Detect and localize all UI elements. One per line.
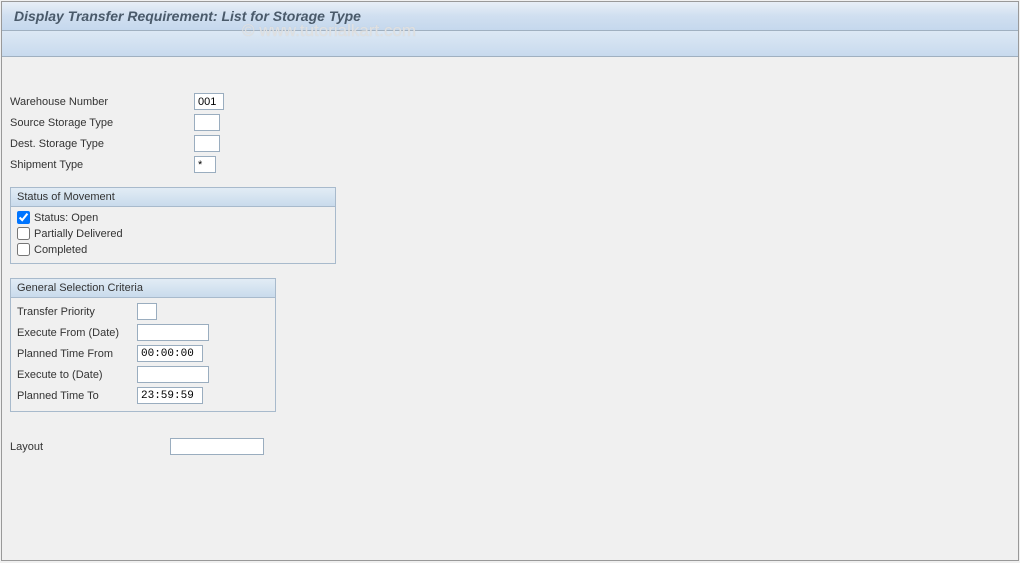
planned-time-to-row: Planned Time To xyxy=(17,386,269,405)
partially-delivered-label: Partially Delivered xyxy=(34,228,123,240)
content-area: Warehouse Number Source Storage Type Des… xyxy=(2,57,1018,467)
status-open-row: Status: Open xyxy=(17,211,329,224)
transfer-priority-row: Transfer Priority xyxy=(17,302,269,321)
completed-label: Completed xyxy=(34,244,87,256)
page-title: Display Transfer Requirement: List for S… xyxy=(14,8,1006,24)
transfer-priority-label: Transfer Priority xyxy=(17,306,137,318)
completed-checkbox[interactable] xyxy=(17,243,30,256)
dest-storage-type-input[interactable] xyxy=(194,135,220,152)
partially-delivered-row: Partially Delivered xyxy=(17,227,329,240)
status-open-label: Status: Open xyxy=(34,212,98,224)
shipment-type-input[interactable] xyxy=(194,156,216,173)
partially-delivered-checkbox[interactable] xyxy=(17,227,30,240)
shipment-type-label: Shipment Type xyxy=(10,159,194,171)
warehouse-number-row: Warehouse Number xyxy=(10,93,1010,110)
source-storage-type-input[interactable] xyxy=(194,114,220,131)
execute-from-row: Execute From (Date) xyxy=(17,323,269,342)
general-selection-criteria-group: General Selection Criteria Transfer Prio… xyxy=(10,278,276,412)
execute-to-label: Execute to (Date) xyxy=(17,369,137,381)
status-open-checkbox[interactable] xyxy=(17,211,30,224)
dest-storage-type-label: Dest. Storage Type xyxy=(10,138,194,150)
criteria-group-title: General Selection Criteria xyxy=(11,279,275,298)
planned-time-to-input[interactable] xyxy=(137,387,203,404)
main-window: Display Transfer Requirement: List for S… xyxy=(1,1,1019,561)
shipment-type-row: Shipment Type xyxy=(10,156,1010,173)
source-storage-type-label: Source Storage Type xyxy=(10,117,194,129)
transfer-priority-input[interactable] xyxy=(137,303,157,320)
layout-label: Layout xyxy=(10,441,170,453)
layout-input[interactable] xyxy=(170,438,264,455)
status-of-movement-group: Status of Movement Status: Open Partiall… xyxy=(10,187,336,264)
warehouse-number-input[interactable] xyxy=(194,93,224,110)
planned-time-to-label: Planned Time To xyxy=(17,390,137,402)
toolbar-sub-bar: © www.tutorialkart.com xyxy=(2,31,1018,57)
planned-time-from-label: Planned Time From xyxy=(17,348,137,360)
source-storage-type-row: Source Storage Type xyxy=(10,114,1010,131)
watermark-text: © www.tutorialkart.com xyxy=(242,21,416,41)
planned-time-from-row: Planned Time From xyxy=(17,344,269,363)
title-bar: Display Transfer Requirement: List for S… xyxy=(2,2,1018,31)
dest-storage-type-row: Dest. Storage Type xyxy=(10,135,1010,152)
warehouse-number-label: Warehouse Number xyxy=(10,96,194,108)
execute-to-input[interactable] xyxy=(137,366,209,383)
status-group-title: Status of Movement xyxy=(11,188,335,207)
execute-from-label: Execute From (Date) xyxy=(17,327,137,339)
execute-to-row: Execute to (Date) xyxy=(17,365,269,384)
completed-row: Completed xyxy=(17,243,329,256)
execute-from-input[interactable] xyxy=(137,324,209,341)
layout-row: Layout xyxy=(10,438,1010,455)
planned-time-from-input[interactable] xyxy=(137,345,203,362)
